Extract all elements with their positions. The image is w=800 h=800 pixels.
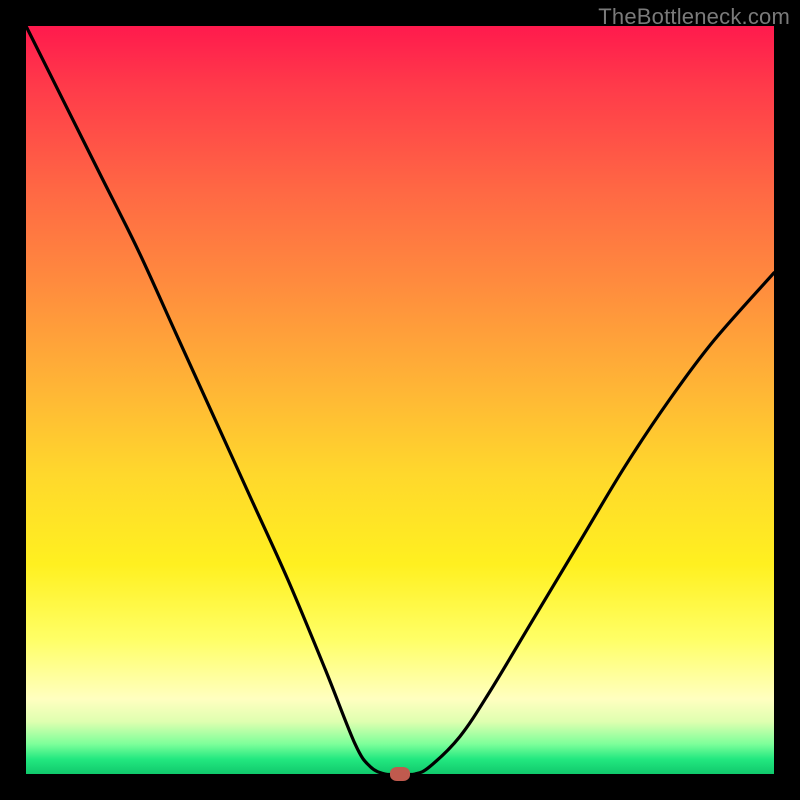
- bottleneck-curve: [26, 26, 774, 774]
- optimum-marker: [390, 767, 410, 781]
- plot-area: [26, 26, 774, 774]
- chart-frame: TheBottleneck.com: [0, 0, 800, 800]
